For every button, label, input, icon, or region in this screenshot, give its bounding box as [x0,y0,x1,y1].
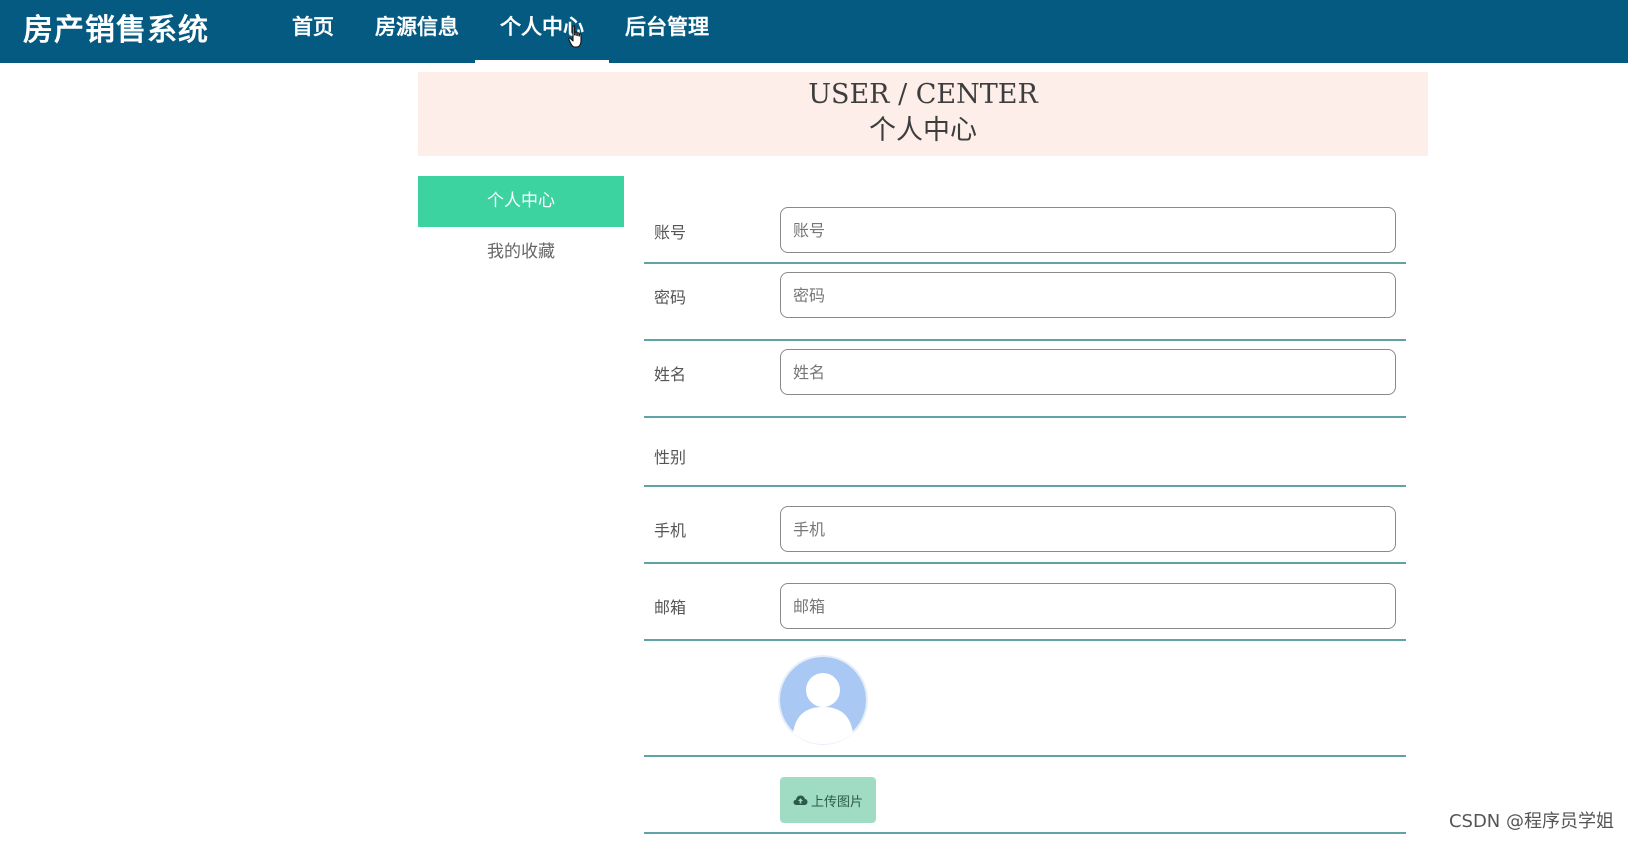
name-input[interactable] [780,349,1396,395]
cloud-upload-icon [793,795,808,805]
main-nav: 首页 房源信息 个人中心 后台管理 [276,0,734,63]
gender-label: 性别 [654,448,687,467]
user-info-form: 账号 密码 姓名 性别 手机 邮箱 上传图片 [644,197,1406,834]
default-avatar-icon [778,655,868,745]
form-row-gender: 性别 [644,418,1406,487]
side-menu: 个人中心 我的收藏 [418,176,624,278]
banner-title-cn: 个人中心 [869,115,977,146]
password-label: 密码 [654,288,687,307]
watermark: CSDN @程序员学姐 [1448,811,1614,832]
form-row-phone: 手机 [644,487,1406,564]
form-row-upload: 上传图片 [644,757,1406,834]
form-row-password: 密码 [644,264,1406,341]
email-input[interactable] [780,583,1396,629]
hand-pointer-icon [568,25,582,48]
name-label: 姓名 [654,365,687,384]
side-menu-item-user-center[interactable]: 个人中心 [418,176,624,227]
upload-image-button[interactable]: 上传图片 [780,777,876,823]
brand-title: 房产销售系统 [23,13,209,48]
nav-item-home[interactable]: 首页 [276,0,350,63]
nav-item-house-listings[interactable]: 房源信息 [359,0,475,63]
banner-title-en: USER / CENTER [808,79,1038,110]
email-label: 邮箱 [654,598,687,617]
form-row-name: 姓名 [644,341,1406,418]
page-header-banner: USER / CENTER 个人中心 [418,72,1428,156]
form-row-avatar [644,641,1406,757]
nav-item-admin[interactable]: 后台管理 [609,0,725,63]
form-row-account: 账号 [644,197,1406,264]
password-input[interactable] [780,272,1396,318]
phone-label: 手机 [654,521,687,540]
account-label: 账号 [654,223,687,242]
top-navbar: 房产销售系统 首页 房源信息 个人中心 后台管理 [0,0,1628,63]
form-row-email: 邮箱 [644,564,1406,641]
side-menu-item-favorites[interactable]: 我的收藏 [418,227,624,278]
account-input[interactable] [780,207,1396,253]
phone-input[interactable] [780,506,1396,552]
upload-button-label: 上传图片 [810,794,863,810]
